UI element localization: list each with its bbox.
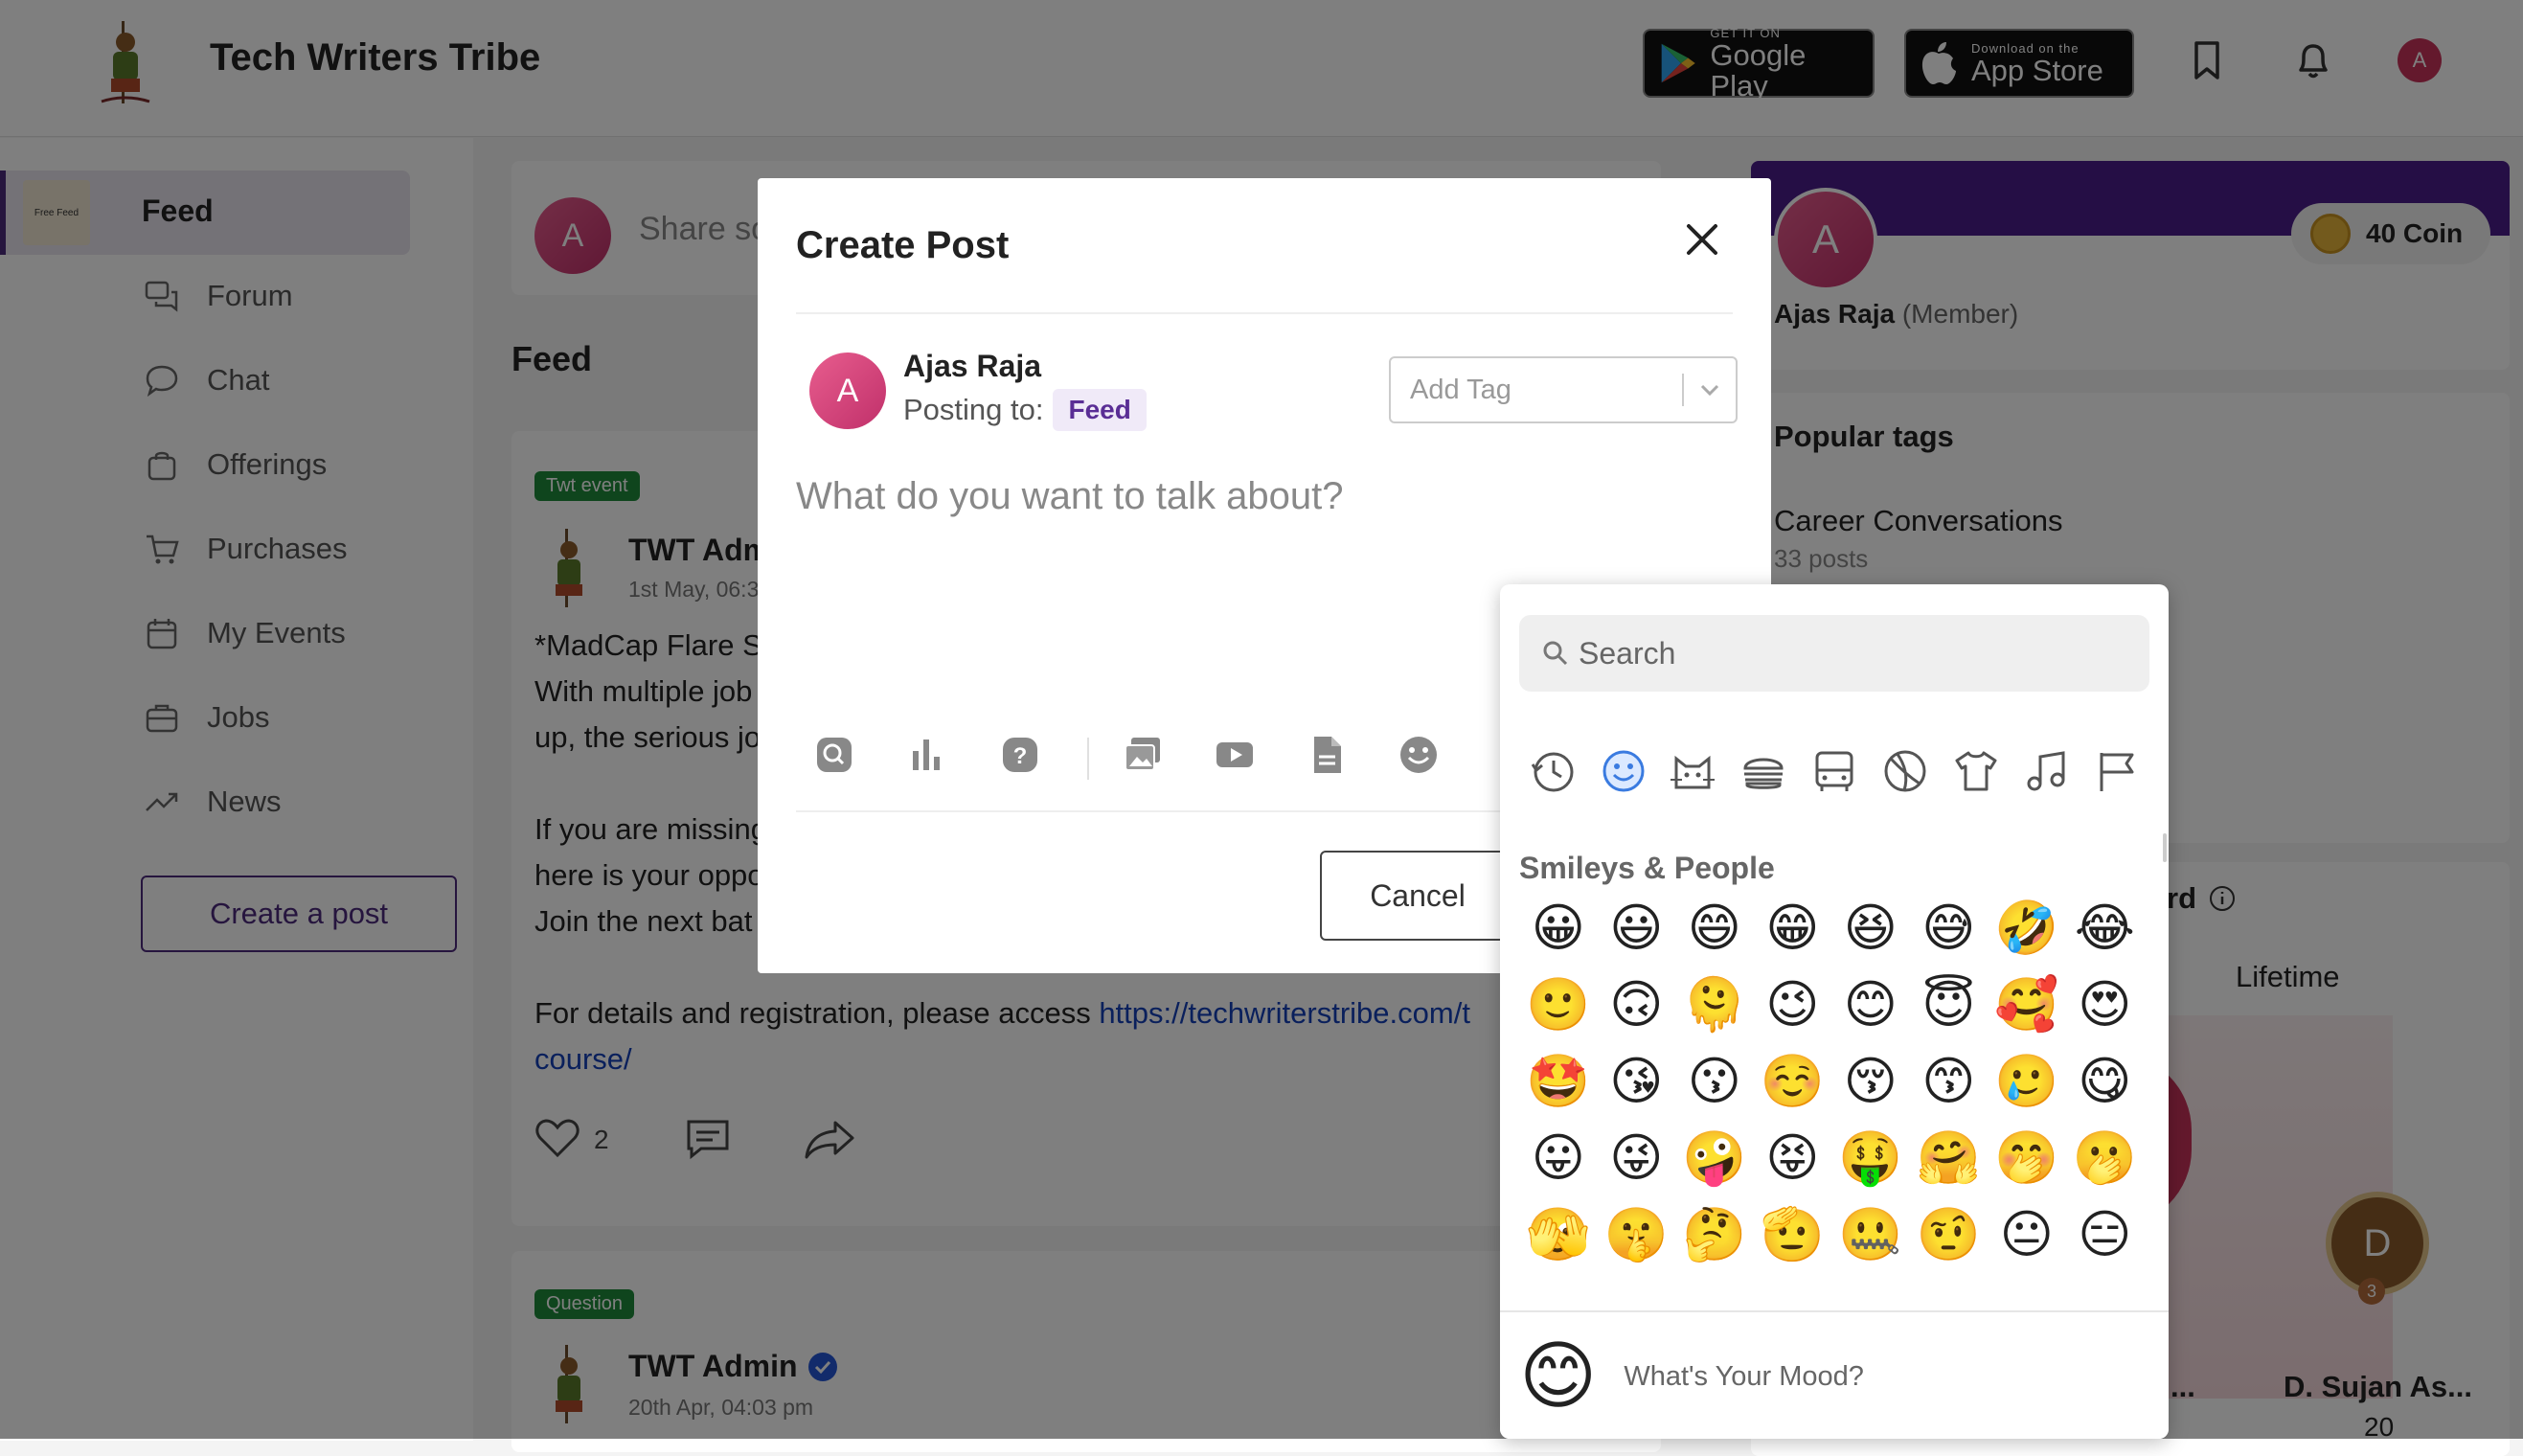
animal-icon[interactable] — [1669, 747, 1716, 795]
cancel-button[interactable]: Cancel — [1320, 851, 1515, 941]
mood-emoji[interactable]: 😊 — [1519, 1333, 1597, 1420]
food-icon[interactable] — [1739, 747, 1787, 795]
chevron-down-icon — [1700, 384, 1719, 397]
emoji-item[interactable]: 🤨 — [1910, 1207, 1989, 1263]
modal-title: Create Post — [796, 224, 1010, 266]
posting-to: Posting to: Feed — [903, 389, 1147, 431]
emoji-item[interactable]: 🥲 — [1988, 1054, 2066, 1109]
emoji-icon[interactable] — [1398, 734, 1440, 776]
smiley-icon[interactable] — [1600, 747, 1648, 795]
add-tag-placeholder: Add Tag — [1410, 374, 1512, 405]
emoji-item[interactable]: 🫢 — [2066, 1130, 2145, 1186]
emoji-item[interactable]: 😗 — [1675, 1054, 1754, 1109]
mood-footer: 😊 What's Your Mood? — [1500, 1310, 2169, 1439]
emoji-item[interactable]: 🤭 — [1988, 1130, 2066, 1186]
emoji-item[interactable]: 🤔 — [1675, 1207, 1754, 1263]
emoji-item[interactable]: 😋 — [2066, 1054, 2145, 1109]
poll-icon[interactable] — [905, 734, 947, 776]
emoji-item[interactable]: 🙃 — [1598, 977, 1676, 1033]
author-avatar: A — [809, 353, 886, 429]
emoji-item[interactable]: 🤣 — [1988, 900, 2066, 956]
emoji-item[interactable]: 😀 — [1519, 900, 1598, 956]
emoji-item[interactable]: 😅 — [1910, 900, 1989, 956]
select-separator — [1682, 374, 1684, 406]
emoji-item[interactable]: 😝 — [1754, 1130, 1832, 1186]
gallery-icon[interactable] — [1122, 734, 1164, 776]
emoji-item[interactable]: 🤗 — [1910, 1130, 1989, 1186]
emoji-item[interactable]: 😄 — [1675, 900, 1754, 956]
posting-to-feed[interactable]: Feed — [1053, 389, 1147, 431]
search-icon — [1543, 641, 1568, 666]
emoji-item[interactable]: 🤐 — [1831, 1207, 1910, 1263]
travel-icon[interactable] — [1810, 747, 1858, 795]
emoji-item[interactable]: 😍 — [2066, 977, 2145, 1033]
emoji-item[interactable]: 😁 — [1754, 900, 1832, 956]
activity-icon[interactable] — [1881, 747, 1929, 795]
emoji-item[interactable]: 🤩 — [1519, 1054, 1598, 1109]
flag-icon[interactable] — [2094, 747, 2142, 795]
author-name: Ajas Raja — [903, 349, 1042, 383]
close-icon[interactable] — [1679, 216, 1725, 262]
emoji-item[interactable]: 🫠 — [1675, 977, 1754, 1033]
toolbar-separator — [1087, 738, 1089, 780]
picker-scrollbar[interactable] — [2163, 833, 2167, 862]
emoji-search-input[interactable]: Search — [1519, 615, 2149, 692]
posting-to-label: Posting to: — [903, 393, 1044, 426]
emoji-item[interactable]: 🥰 — [1988, 977, 2066, 1033]
clothing-icon[interactable] — [1952, 747, 2000, 795]
svg-text:?: ? — [1013, 743, 1028, 769]
emoji-item[interactable]: 😚 — [1831, 1054, 1910, 1109]
music-icon[interactable] — [2023, 747, 2071, 795]
recent-icon[interactable] — [1529, 747, 1577, 795]
emoji-item[interactable]: 🤪 — [1675, 1130, 1754, 1186]
document-icon[interactable] — [1306, 734, 1348, 776]
qa-icon[interactable] — [813, 734, 855, 776]
emoji-item[interactable]: 😇 — [1910, 977, 1989, 1033]
emoji-item[interactable]: 😐 — [1988, 1207, 2066, 1263]
emoji-item[interactable]: 😆 — [1831, 900, 1910, 956]
emoji-item[interactable]: 😛 — [1519, 1130, 1598, 1186]
emoji-item[interactable]: 😘 — [1598, 1054, 1676, 1109]
emoji-item[interactable]: 😉 — [1754, 977, 1832, 1033]
emoji-item[interactable]: 😙 — [1910, 1054, 1989, 1109]
emoji-item[interactable]: 😂 — [2066, 900, 2145, 956]
emoji-item[interactable]: 😃 — [1598, 900, 1676, 956]
emoji-search-placeholder: Search — [1579, 635, 1676, 671]
emoji-item[interactable]: ☺️ — [1754, 1054, 1832, 1109]
emoji-grid: 😀 😃 😄 😁 😆 😅 🤣 😂 🙂 🙃 🫠 😉 😊 😇 🥰 😍 🤩 😘 😗 ☺️… — [1519, 900, 2151, 1263]
mood-text: What's Your Mood? — [1624, 1360, 1864, 1392]
emoji-section-title: Smileys & People — [1519, 851, 1775, 885]
emoji-item[interactable]: 😊 — [1831, 977, 1910, 1033]
emoji-item[interactable]: 🤫 — [1598, 1207, 1676, 1263]
emoji-item[interactable]: 🙂 — [1519, 977, 1598, 1033]
emoji-item[interactable]: 🫣 — [1519, 1207, 1598, 1263]
video-icon[interactable] — [1214, 734, 1256, 776]
emoji-item[interactable]: 🤑 — [1831, 1130, 1910, 1186]
emoji-picker: Search Smileys & People 😀 😃 😄 😁 😆 😅 🤣 😂 … — [1500, 584, 2169, 1439]
post-body-input[interactable]: What do you want to talk about? — [796, 475, 1343, 518]
emoji-item[interactable]: 😜 — [1598, 1130, 1676, 1186]
emoji-item[interactable]: 🫡 — [1754, 1207, 1832, 1263]
question-icon[interactable]: ? — [999, 734, 1041, 776]
emoji-item[interactable]: 😑 — [2066, 1207, 2145, 1263]
modal-divider — [796, 312, 1733, 314]
add-tag-select[interactable]: Add Tag — [1389, 356, 1738, 423]
